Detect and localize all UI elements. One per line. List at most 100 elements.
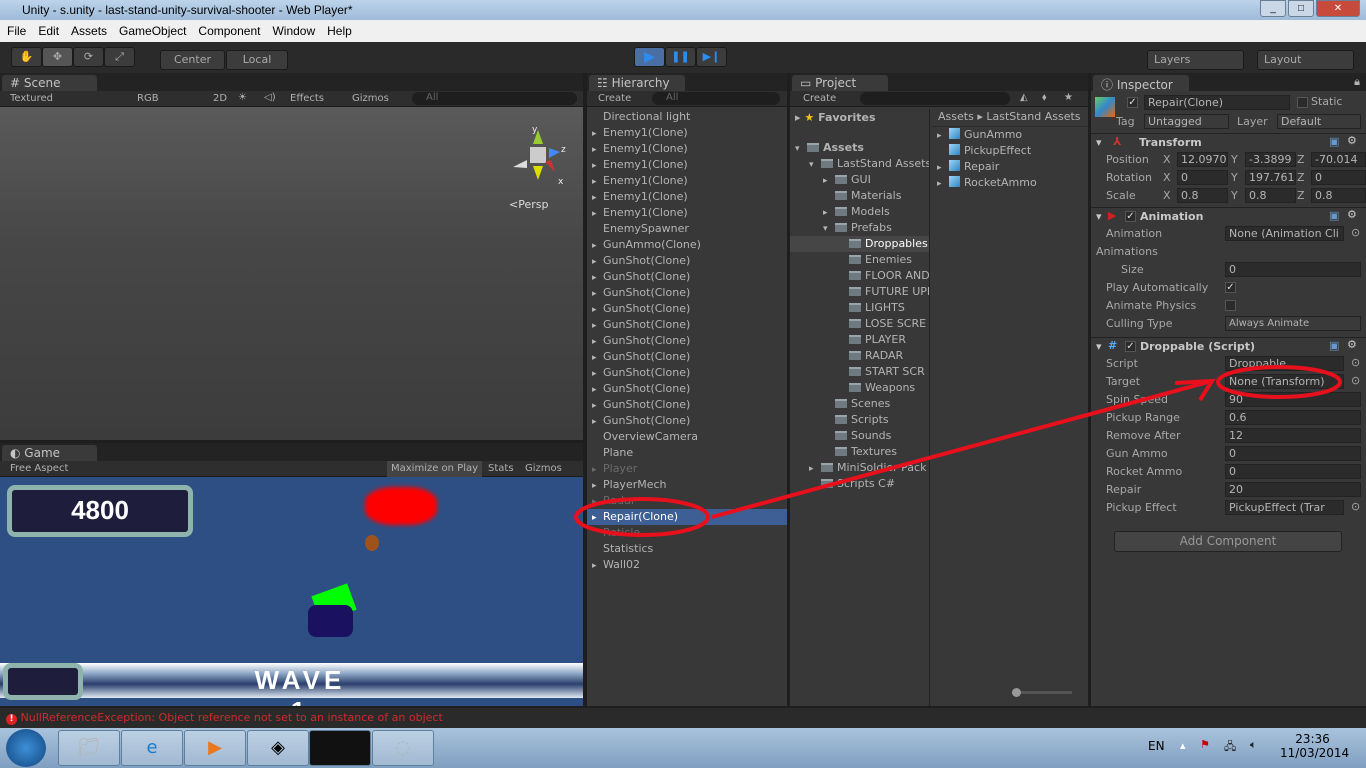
move-icon[interactable]: ✥ <box>42 47 73 67</box>
transform-header[interactable]: Transform ▾ ⅄ ▣ ⚙ <box>1091 133 1366 151</box>
layout-dropdown[interactable]: Layout <box>1257 50 1354 70</box>
culling-type-dropdown[interactable]: Always Animate <box>1225 316 1361 331</box>
script-field[interactable]: Droppable <box>1225 356 1344 371</box>
expand-arrow-icon[interactable]: ▸ <box>937 160 949 175</box>
hierarchy-item[interactable]: ▸ GunShot(Clone) <box>587 269 787 285</box>
expand-arrow-icon[interactable]: ▾ <box>795 141 807 156</box>
transform-x-field[interactable]: 0.8 <box>1177 188 1228 203</box>
object-name-field[interactable]: Repair(Clone) <box>1144 95 1290 110</box>
rocket-ammo-field[interactable]: 0 <box>1225 464 1361 479</box>
start-button[interactable] <box>6 729 46 767</box>
spin-speed-field[interactable]: 90 <box>1225 392 1361 407</box>
hierarchy-item[interactable]: ▸ GunShot(Clone) <box>587 333 787 349</box>
gear-icon[interactable]: ⚙ <box>1347 208 1357 221</box>
pause-button[interactable]: ❚❚ <box>665 47 696 67</box>
transform-y-field[interactable]: 0.8 <box>1245 188 1296 203</box>
project-folder[interactable]: Enemies <box>790 252 929 268</box>
hierarchy-item[interactable]: ▸ GunShot(Clone) <box>587 285 787 301</box>
tab-game[interactable]: ◐ Game <box>2 445 97 461</box>
animation-header[interactable]: Animation ▾ ▶ ✓ ▣ ⚙ <box>1091 207 1366 225</box>
expand-arrow-icon[interactable]: ▸ <box>592 462 603 477</box>
remove-after-field[interactable]: 12 <box>1225 428 1361 443</box>
expand-arrow-icon[interactable]: ▸ <box>937 128 949 143</box>
filter-label-icon[interactable]: ⬧ <box>1042 92 1047 103</box>
gizmos-dropdown[interactable]: Gizmos <box>352 93 389 104</box>
project-folder[interactable]: ▸ Models <box>790 204 929 220</box>
gun-ammo-field[interactable]: 0 <box>1225 446 1361 461</box>
hierarchy-item[interactable]: Plane <box>587 445 787 461</box>
expand-arrow-icon[interactable]: ▸ <box>592 158 603 173</box>
filter-type-icon[interactable]: ◭ <box>1020 92 1028 103</box>
help-icon[interactable]: ▣ <box>1329 339 1339 352</box>
expand-arrow-icon[interactable]: ▸ <box>592 286 603 301</box>
animations-foldout[interactable]: Animations <box>1096 245 1158 258</box>
hierarchy-item[interactable]: ▸ GunShot(Clone) <box>587 301 787 317</box>
transform-x-field[interactable]: 0 <box>1177 170 1228 185</box>
expand-arrow-icon[interactable]: ▸ <box>592 510 603 525</box>
menu-file[interactable]: File <box>7 24 26 38</box>
transform-y-field[interactable]: -3.3899 <box>1245 152 1296 167</box>
hierarchy-item[interactable]: Statistics <box>587 541 787 557</box>
project-folder[interactable]: Materials <box>790 188 929 204</box>
explorer-icon[interactable]: 📁︎ <box>58 730 120 766</box>
project-folder[interactable]: RADAR <box>790 348 929 364</box>
droppable-enabled-checkbox[interactable]: ✓ <box>1125 341 1136 352</box>
expand-arrow-icon[interactable]: ▸ <box>592 126 603 141</box>
hierarchy-item[interactable]: ▸ Repair(Clone) <box>587 509 787 525</box>
expand-arrow-icon[interactable]: ▸ <box>592 270 603 285</box>
gear-icon[interactable]: ⚙ <box>1347 134 1357 147</box>
effects-dropdown[interactable]: Effects <box>290 93 324 104</box>
hierarchy-item[interactable]: ▸ GunShot(Clone) <box>587 397 787 413</box>
hierarchy-item[interactable]: OverviewCamera <box>587 429 787 445</box>
tab-hierarchy[interactable]: ☷ Hierarchy <box>589 75 685 91</box>
hierarchy-item[interactable]: ▸ Enemy1(Clone) <box>587 141 787 157</box>
tab-inspector[interactable]: ⓘ Inspector <box>1093 75 1189 92</box>
project-folder[interactable]: LIGHTS <box>790 300 929 316</box>
expand-arrow-icon[interactable]: ▸ <box>592 350 603 365</box>
show-hidden-icons-icon[interactable]: ▴ <box>1180 739 1186 752</box>
scene-viewport[interactable]: y z x <Persp <box>0 107 583 440</box>
expand-arrow-icon[interactable]: ▸ <box>592 318 603 333</box>
minimize-button[interactable]: _ <box>1260 0 1286 17</box>
internet-explorer-icon[interactable]: e <box>121 730 183 766</box>
expand-arrow-icon[interactable]: ▸ <box>592 478 603 493</box>
help-icon[interactable]: ▣ <box>1329 135 1339 148</box>
expand-arrow-icon[interactable]: ▸ <box>592 334 603 349</box>
icon-size-slider[interactable] <box>1012 688 1072 697</box>
hierarchy-item[interactable]: ▸ Enemy1(Clone) <box>587 189 787 205</box>
menu-edit[interactable]: Edit <box>38 24 59 38</box>
scene-gizmo-icon[interactable]: y z x <box>505 122 575 192</box>
project-asset[interactable]: PickupEffect <box>932 143 1088 159</box>
hierarchy-item[interactable]: ▸ GunAmmo(Clone) <box>587 237 787 253</box>
transform-y-field[interactable]: 197.761 <box>1245 170 1296 185</box>
hierarchy-item[interactable]: ▸ GunShot(Clone) <box>587 381 787 397</box>
object-picker-icon[interactable]: ⊙ <box>1351 500 1360 513</box>
target-field[interactable]: None (Transform) <box>1225 374 1344 389</box>
project-folder[interactable]: LOSE SCRE <box>790 316 929 332</box>
expand-arrow-icon[interactable]: ▸ <box>823 205 835 220</box>
language-indicator[interactable]: EN <box>1148 739 1165 753</box>
hierarchy-item[interactable]: ▸ Enemy1(Clone) <box>587 157 787 173</box>
project-folder[interactable]: Textures <box>790 444 929 460</box>
gear-icon[interactable]: ⚙ <box>1347 338 1357 351</box>
active-checkbox[interactable]: ✓ <box>1127 97 1138 108</box>
expand-arrow-icon[interactable]: ▸ <box>592 558 603 573</box>
expand-arrow-icon[interactable]: ▸ <box>592 190 603 205</box>
project-folder[interactable]: FUTURE UPD <box>790 284 929 300</box>
project-folder[interactable]: PLAYER <box>790 332 929 348</box>
play-automatically-checkbox[interactable]: ✓ <box>1225 282 1236 293</box>
tab-project[interactable]: ▭ Project <box>792 75 888 91</box>
project-folder[interactable]: Droppables <box>790 236 929 252</box>
layers-dropdown[interactable]: Layers <box>1147 50 1244 70</box>
lock-icon[interactable]: 🔒︎ <box>1354 75 1360 89</box>
expand-arrow-icon[interactable]: ▾ <box>809 157 821 172</box>
tab-scene[interactable]: # Scene <box>2 75 97 91</box>
foldout-arrow-icon[interactable]: ▾ <box>1096 136 1102 149</box>
project-create-dropdown[interactable]: Create <box>803 93 836 104</box>
error-message[interactable]: NullReferenceException: Object reference… <box>21 711 443 724</box>
project-folder[interactable]: Weapons <box>790 380 929 396</box>
expand-arrow-icon[interactable]: ▸ <box>592 382 603 397</box>
app-icon[interactable] <box>309 730 371 766</box>
clock[interactable]: 23:36 11/03/2014 <box>1280 732 1349 760</box>
foldout-arrow-icon[interactable]: ▾ <box>1096 210 1102 223</box>
